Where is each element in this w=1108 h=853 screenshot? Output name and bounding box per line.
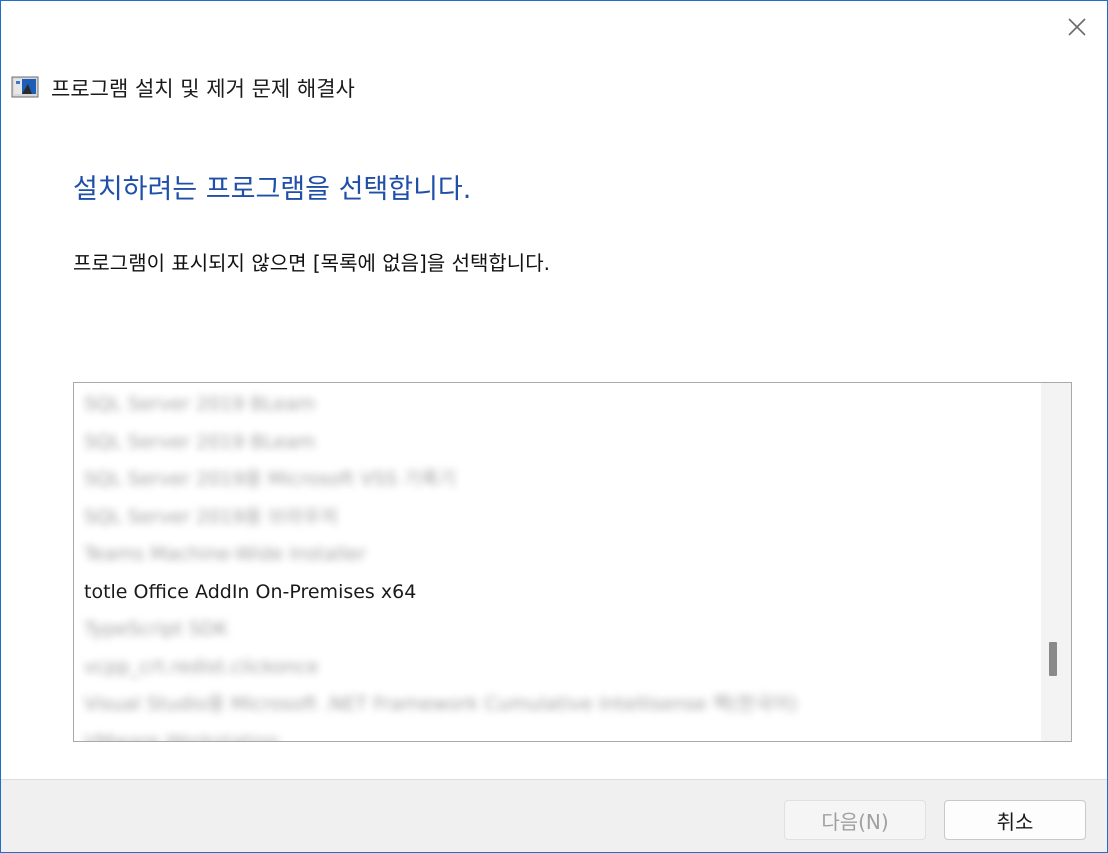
troubleshooter-window: 프로그램 설치 및 제거 문제 해결사 설치하려는 프로그램을 선택합니다. 프… [0,0,1108,853]
cancel-button[interactable]: 취소 [944,800,1086,840]
troubleshooter-app-icon [11,76,39,98]
program-list-item[interactable]: SQL Server 2019용 브라우저 [84,502,338,532]
scrollbar-thumb[interactable] [1049,642,1057,676]
dialog-footer: 다음(N) 취소 [1,779,1107,852]
program-list-item[interactable]: vcpp_crt.redist.clickonce [84,652,318,682]
window-title: 프로그램 설치 및 제거 문제 해결사 [51,77,355,101]
close-button[interactable] [1059,9,1095,45]
program-list-item[interactable]: SQL Server 2019용 Microsoft VSS 기록기 [84,464,456,494]
program-list-item[interactable]: SQL Server 2019 BLeam [84,427,316,457]
vertical-scrollbar[interactable] [1041,383,1071,741]
next-button[interactable]: 다음(N) [784,800,926,840]
program-list-item[interactable]: Visual Studio용 Microsoft .NET Framework … [84,689,798,719]
program-list-item[interactable]: Teams Machine-Wide Installer [84,539,366,569]
program-list-item[interactable]: SQL Server 2019 BLeam [84,389,316,419]
program-listbox[interactable]: SQL Server 2019 BLeam SQL Server 2019 BLe… [73,382,1072,742]
program-list-item[interactable]: TypeScript SDK [84,614,228,644]
close-icon [1068,18,1086,36]
program-list-item[interactable]: VMware Workstation [84,727,279,742]
program-list-item[interactable]: totle Office AddIn On-Premises x64 [84,577,416,607]
instruction-text: 프로그램이 표시되지 않으면 [목록에 없음]을 선택합니다. [73,251,550,275]
page-heading: 설치하려는 프로그램을 선택합니다. [73,174,472,205]
